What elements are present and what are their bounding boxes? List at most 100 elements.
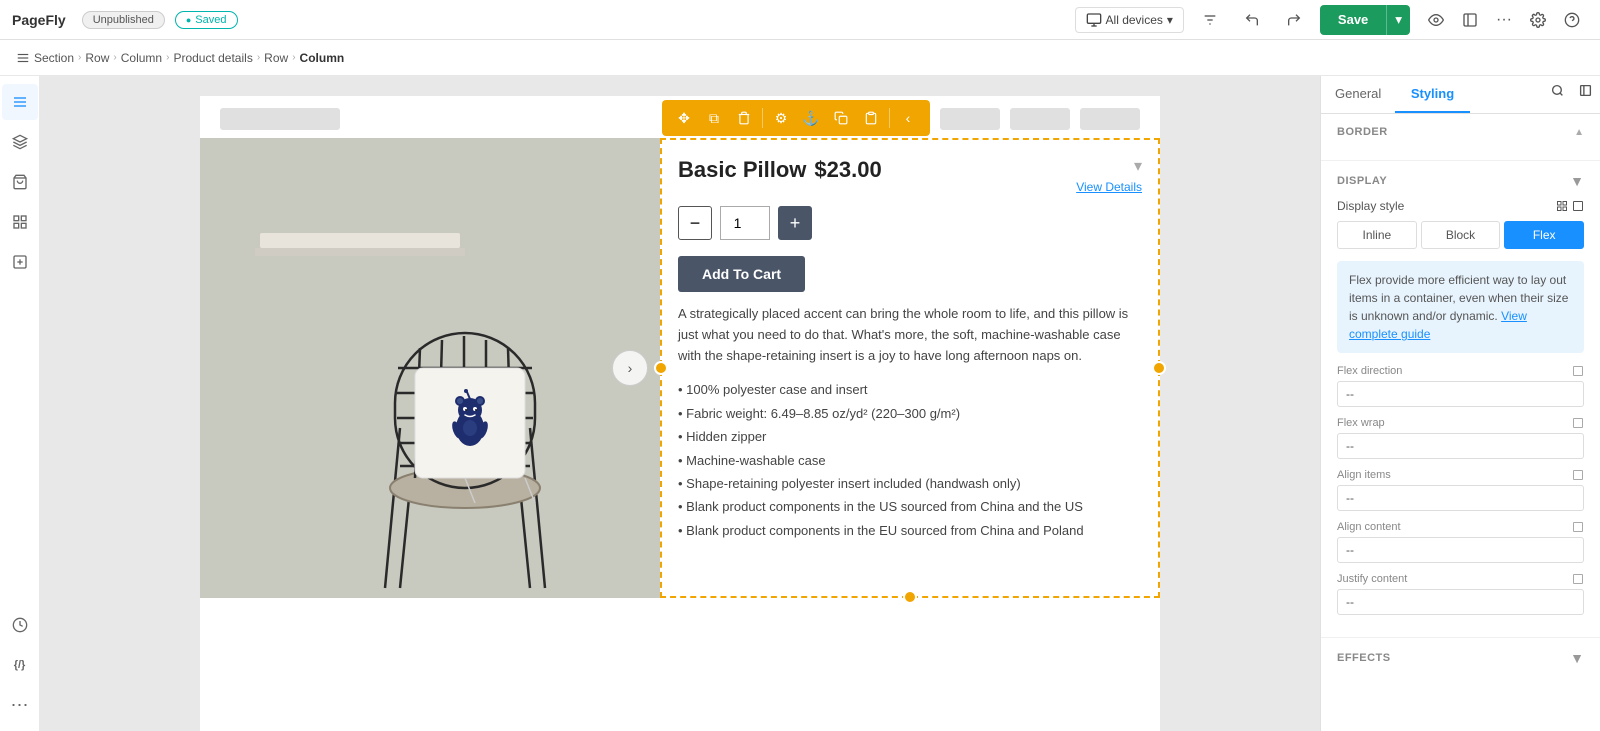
flex-wrap-label: Flex wrap (1337, 417, 1584, 429)
breadcrumb-column-1[interactable]: Column (121, 51, 162, 65)
copy-btn[interactable] (827, 104, 855, 132)
placeholder-bar-3 (1010, 108, 1070, 130)
panel-search-button[interactable] (1544, 76, 1572, 104)
more-options-button[interactable]: ··· (1488, 4, 1520, 36)
paste-btn[interactable] (857, 104, 885, 132)
quantity-input[interactable] (720, 206, 770, 240)
display-block-button[interactable]: Block (1421, 221, 1501, 249)
display-inline-button[interactable]: Inline (1337, 221, 1417, 249)
sidebar-add-section-button[interactable] (2, 244, 38, 280)
align-items-select[interactable]: -- flex-start flex-end center baseline s… (1337, 485, 1584, 511)
justify-content-label: Justify content (1337, 573, 1584, 585)
sidebar-grid-button[interactable] (2, 204, 38, 240)
flex-wrap-field: Flex wrap -- wrap nowrap wrap-reverse (1337, 417, 1584, 459)
justify-content-select[interactable]: -- flex-start flex-end center space-betw… (1337, 589, 1584, 615)
toolbar-separator-2 (889, 108, 890, 128)
display-section-header: DISPLAY ▼ (1337, 173, 1584, 189)
sidebar-shop-button[interactable] (2, 164, 38, 200)
product-description: A strategically placed accent can bring … (678, 304, 1142, 366)
display-section-title: DISPLAY (1337, 175, 1387, 187)
pages-button[interactable] (1454, 4, 1486, 36)
flex-wrap-select[interactable]: -- wrap nowrap wrap-reverse (1337, 433, 1584, 459)
save-button[interactable]: Save (1320, 5, 1386, 35)
collapse-btn[interactable]: ‹ (894, 104, 922, 132)
border-section-toggle[interactable]: ▲ (1574, 127, 1584, 138)
placeholder-bar-1 (220, 108, 340, 130)
anchor-btn[interactable]: ⚓ (797, 104, 825, 132)
eye-icon (1428, 12, 1444, 28)
preview-button[interactable] (1420, 4, 1452, 36)
product-price: $23.00 (814, 157, 881, 183)
breadcrumb-row-2[interactable]: Row (264, 51, 288, 65)
align-content-select[interactable]: -- flex-start flex-end center space-betw… (1337, 537, 1584, 563)
redo-button[interactable] (1278, 4, 1310, 36)
sidebar-layers-button[interactable] (2, 124, 38, 160)
main-layout: {/} ⋯ (0, 76, 1600, 731)
settings-btn[interactable]: ⚙ (767, 104, 795, 132)
breadcrumb-sep-4: › (257, 52, 260, 63)
breadcrumb: Section › Row › Column › Product details… (0, 40, 1600, 76)
display-flex-button[interactable]: Flex (1504, 221, 1584, 249)
placeholder-bar-2 (940, 108, 1000, 130)
resize-handle-bottom[interactable] (903, 590, 917, 604)
flex-direction-label: Flex direction (1337, 365, 1584, 377)
feature-2: • Fabric weight: 6.49–8.85 oz/yd² (220–3… (678, 402, 1142, 425)
feature-6: • Blank product components in the US sou… (678, 495, 1142, 518)
breadcrumb-column-2[interactable]: Column (300, 51, 345, 65)
resize-handle-left[interactable] (654, 361, 668, 375)
settings-button[interactable] (1522, 4, 1554, 36)
view-details-link[interactable]: View Details (1076, 180, 1142, 194)
flex-direction-select[interactable]: -- row column row-reverse column-reverse (1337, 381, 1584, 407)
menu-breadcrumb-icon[interactable] (16, 51, 30, 65)
panel-expand-button[interactable] (1572, 76, 1600, 104)
devices-dropdown[interactable]: All devices ▾ (1075, 7, 1184, 33)
duplicate-button[interactable]: ⧉ (700, 104, 728, 132)
search-icon (1551, 84, 1564, 97)
monitor-icon (1086, 12, 1102, 28)
sidebar-history-button[interactable] (2, 607, 38, 643)
canvas: › ✥ ⧉ ⚙ ⚓ (40, 76, 1320, 731)
resize-handle-right[interactable] (1152, 361, 1166, 375)
tab-general[interactable]: General (1321, 76, 1395, 113)
help-icon (1564, 12, 1580, 28)
save-dropdown-button[interactable]: ▾ (1386, 5, 1410, 35)
align-items-icon (1572, 469, 1584, 481)
delete-button[interactable] (730, 104, 758, 132)
breadcrumb-section[interactable]: Section (34, 51, 74, 65)
breadcrumb-product-details[interactable]: Product details (173, 51, 252, 65)
copy-icon (834, 111, 848, 125)
tab-styling[interactable]: Styling (1395, 76, 1469, 113)
pages-icon (1462, 12, 1478, 28)
gear-icon (1530, 12, 1546, 28)
border-section-title: BORDER (1337, 126, 1388, 138)
help-button[interactable] (1556, 4, 1588, 36)
move-button[interactable]: ✥ (670, 104, 698, 132)
flex-direction-field: Flex direction -- row column row-reverse… (1337, 365, 1584, 407)
product-title-price: Basic Pillow $23.00 (678, 156, 882, 185)
effects-toggle[interactable]: ▼ (1570, 650, 1584, 666)
carousel-next-button[interactable]: › (612, 350, 648, 386)
dropdown-arrow-icon: ▾ (1134, 156, 1142, 176)
effects-section-header: EFFECTS ▼ (1321, 638, 1600, 678)
product-detail-panel: ✥ ⧉ ⚙ ⚓ (660, 138, 1160, 598)
quantity-increase-button[interactable]: + (778, 206, 812, 240)
display-section-toggle[interactable]: ▼ (1570, 173, 1584, 189)
sidebar-more-button[interactable]: ⋯ (2, 687, 38, 723)
product-illustration (200, 138, 660, 598)
clock-icon (12, 617, 28, 633)
topbar-right-actions: ··· (1420, 4, 1588, 36)
filter-icon-button[interactable] (1194, 4, 1226, 36)
sidebar-code-button[interactable]: {/} (2, 647, 38, 683)
plus-square-icon (12, 254, 28, 270)
breadcrumb-row-1[interactable]: Row (85, 51, 109, 65)
justify-content-icon (1572, 573, 1584, 585)
devices-label: All devices (1106, 13, 1163, 27)
undo-button[interactable] (1236, 4, 1268, 36)
align-items-label: Align items (1337, 469, 1584, 481)
feature-3: • Hidden zipper (678, 425, 1142, 448)
display-style-icons (1556, 200, 1584, 212)
add-to-cart-button[interactable]: Add To Cart (678, 256, 805, 292)
quantity-decrease-button[interactable]: − (678, 206, 712, 240)
align-items-field: Align items -- flex-start flex-end cente… (1337, 469, 1584, 511)
sidebar-menu-button[interactable] (2, 84, 38, 120)
